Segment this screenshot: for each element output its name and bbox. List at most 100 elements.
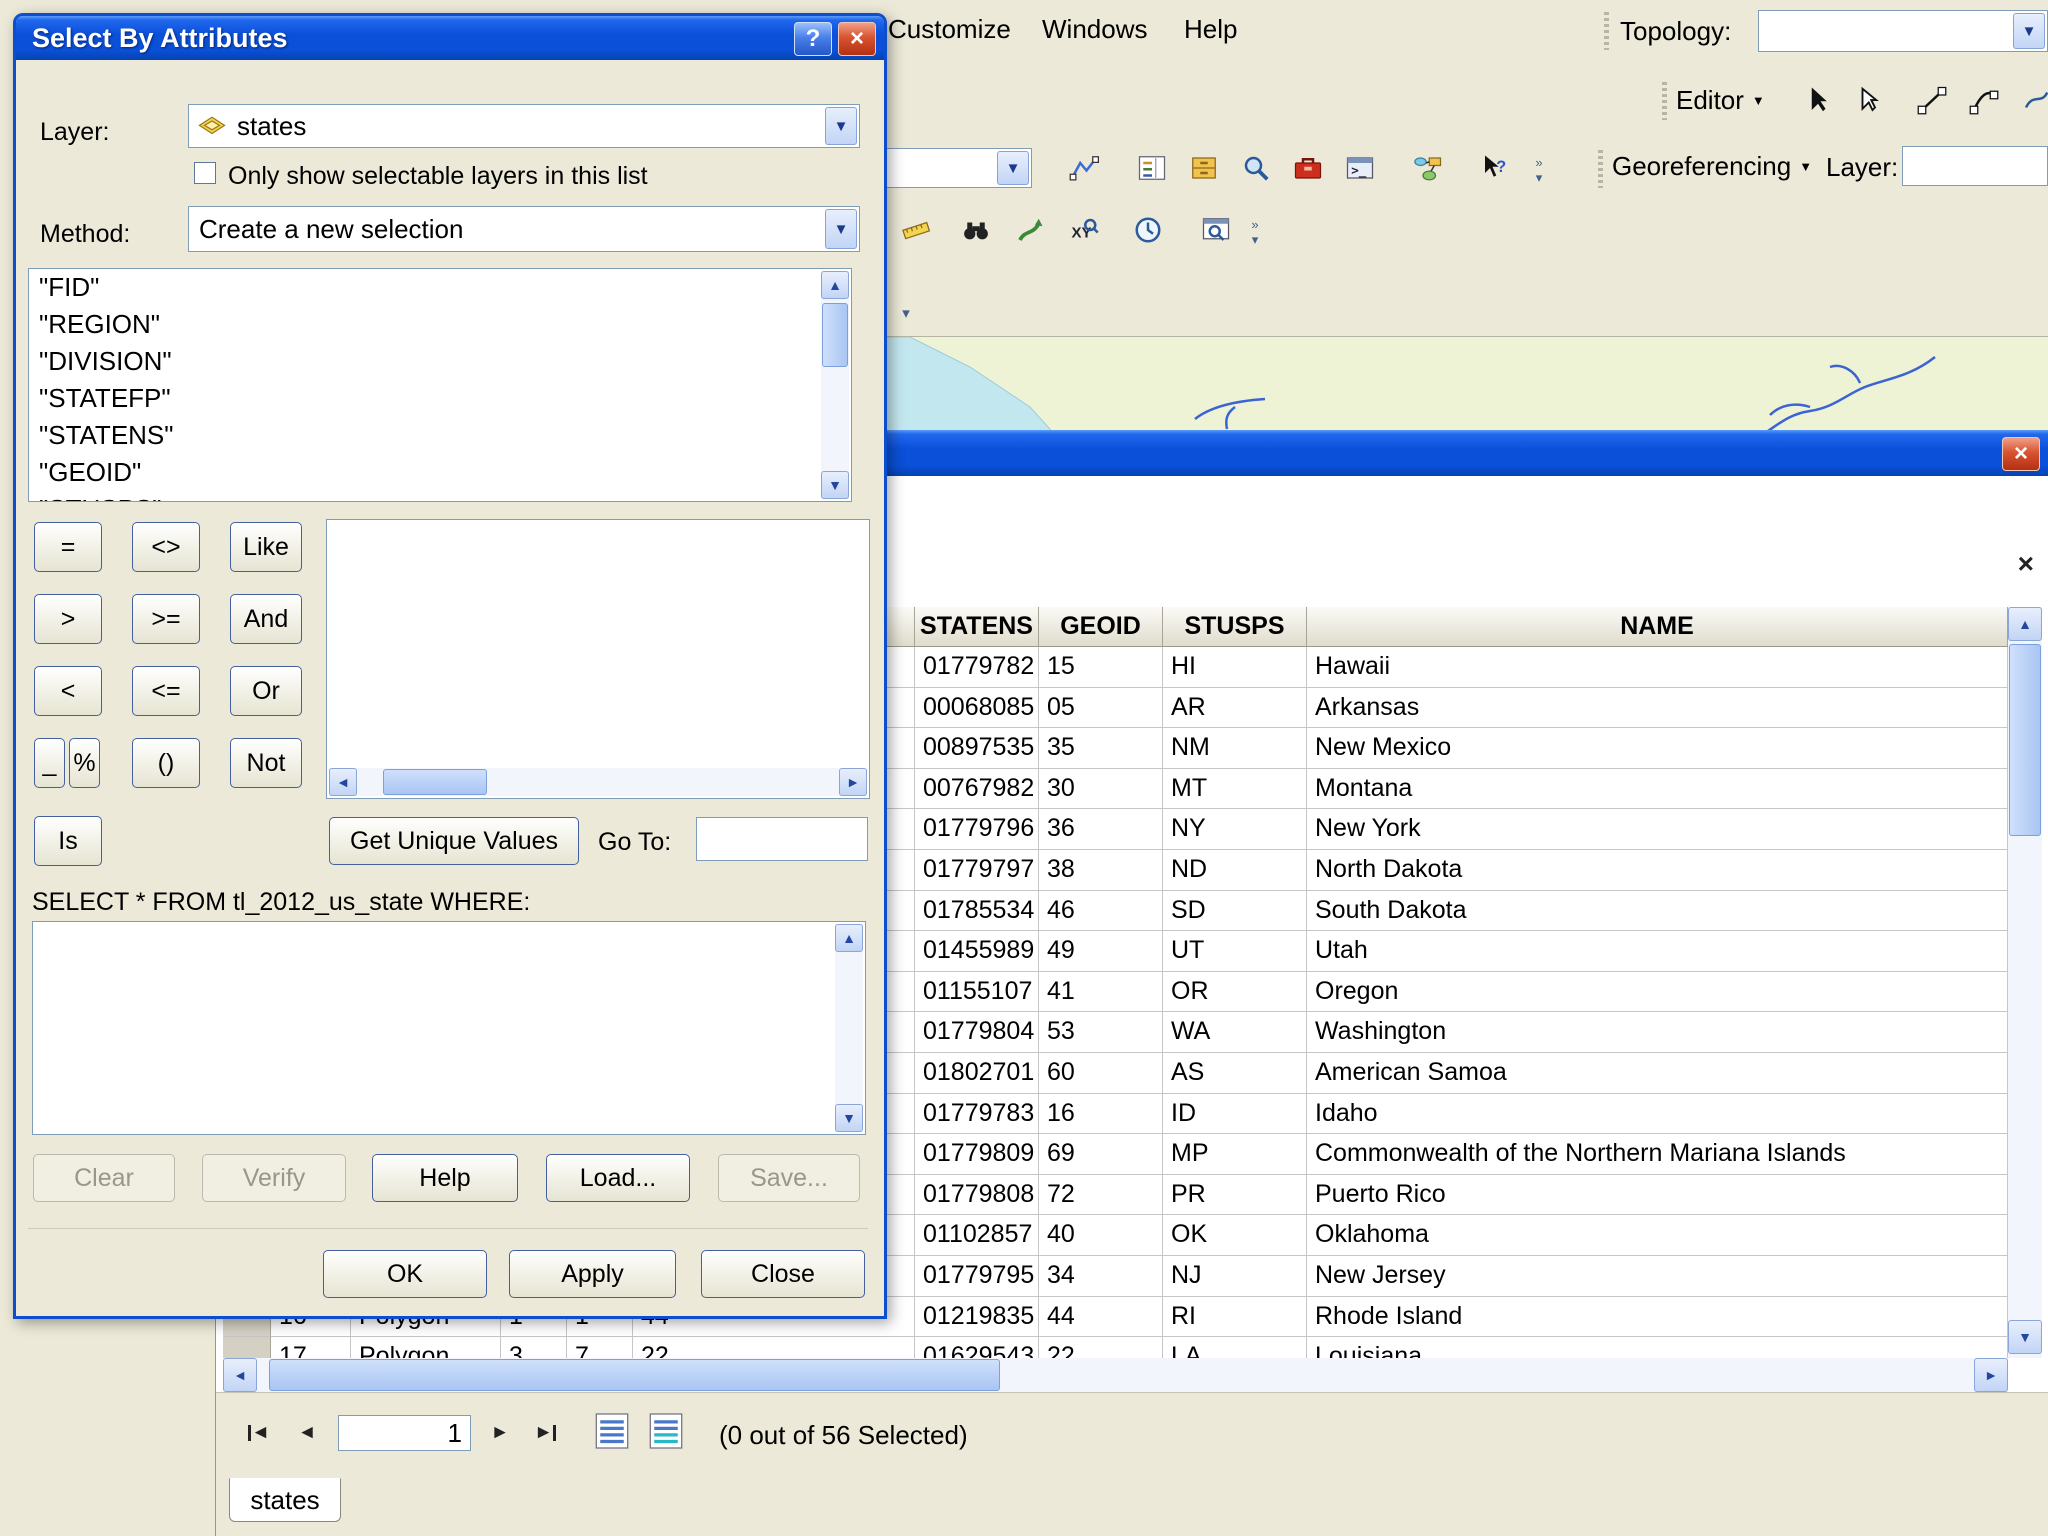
record-next-button[interactable]: ► — [482, 1416, 518, 1450]
record-last-button[interactable]: ► — [527, 1416, 563, 1450]
table-row[interactable]: 01219835 44 RI Rhode Island — [701, 1297, 2008, 1338]
header-name[interactable]: NAME — [1307, 607, 2008, 647]
field-list-item[interactable]: "REGION" — [29, 306, 851, 343]
time-slider-icon[interactable] — [1130, 212, 1166, 248]
whats-this-help-icon[interactable]: ? — [1477, 150, 1513, 186]
fields-scroll-up-icon[interactable]: ▲ — [821, 271, 849, 299]
dialog-close-button[interactable]: × — [838, 22, 876, 56]
layer-combobox[interactable]: states ▼ — [188, 104, 860, 148]
standard-toolbar-overflow-icon[interactable]: » ▾ — [1528, 150, 1550, 190]
table-row[interactable]: 01629543 22 LA Louisiana — [701, 1337, 2008, 1358]
table-row[interactable]: 01779797 38 ND North Dakota — [701, 850, 2008, 891]
table-panel-close-icon[interactable]: × — [2018, 548, 2034, 580]
record-number-input[interactable] — [338, 1415, 471, 1451]
edit-tool-icon[interactable] — [1800, 82, 1836, 118]
table-row[interactable]: 00767982 30 MT Montana — [701, 769, 2008, 810]
load-button[interactable]: Load... — [546, 1154, 690, 1202]
op-and-button[interactable]: And — [230, 594, 302, 644]
create-viewer-window-icon[interactable] — [1198, 212, 1234, 248]
table-hscroll-left-icon[interactable]: ◄ — [223, 1358, 257, 1392]
table-row[interactable]: 01455989 49 UT Utah — [701, 931, 2008, 972]
field-list-item[interactable]: "DIVISION" — [29, 343, 851, 380]
table-row[interactable]: 01785534 46 SD South Dakota — [701, 891, 2008, 932]
op-parentheses-button[interactable]: () — [132, 738, 200, 788]
table-window-close-button[interactable]: × — [2002, 437, 2040, 471]
show-selected-records-button[interactable] — [649, 1411, 683, 1451]
field-list-item[interactable]: "FID" — [29, 269, 851, 306]
op-percent-button[interactable]: % — [69, 738, 100, 788]
help-button[interactable]: Help — [372, 1154, 518, 1202]
op-greaterequal-button[interactable]: >= — [132, 594, 200, 644]
topology-toolbar-handle[interactable] — [1604, 12, 1609, 50]
header-geoid[interactable]: GEOID — [1039, 607, 1163, 647]
field-list-item[interactable]: "GEOID" — [29, 454, 851, 491]
where-scroll-up-icon[interactable]: ▲ — [835, 924, 863, 952]
measure-tool-icon[interactable] — [898, 212, 934, 248]
row-selector-cell[interactable] — [223, 1337, 271, 1358]
table-row[interactable]: 01779808 72 PR Puerto Rico — [701, 1175, 2008, 1216]
op-like-button[interactable]: Like — [230, 522, 302, 572]
go-to-xy-icon[interactable]: XY — [1066, 212, 1102, 248]
get-unique-values-button[interactable]: Get Unique Values — [329, 817, 579, 865]
field-list-item[interactable]: "STUSPS" — [29, 491, 851, 502]
edit-annotation-tool-icon[interactable] — [1852, 82, 1888, 118]
map-scale-combobox[interactable]: ▼ — [870, 148, 1032, 188]
record-prev-button[interactable]: ◄ — [289, 1416, 325, 1450]
table-row[interactable]: 00068085 05 AR Arkansas — [701, 688, 2008, 729]
table-row[interactable]: 01779804 53 WA Washington — [701, 1012, 2008, 1053]
where-clause-textarea[interactable]: ▲ ▼ — [32, 921, 866, 1135]
tools-toolbar-overflow-icon[interactable]: » ▾ — [1244, 212, 1266, 252]
find-binoculars-icon[interactable] — [958, 212, 994, 248]
op-is-button[interactable]: Is — [34, 816, 102, 866]
op-greater-button[interactable]: > — [34, 594, 102, 644]
close-button[interactable]: Close — [701, 1250, 865, 1298]
topology-combo-arrow-icon[interactable]: ▼ — [2013, 13, 2045, 49]
clipped-editor-tool-icon[interactable] — [2018, 82, 2048, 118]
table-row[interactable]: 01779782 15 HI Hawaii — [701, 647, 2008, 688]
table-row[interactable]: 00897535 35 NM New Mexico — [701, 728, 2008, 769]
unique-values-listbox[interactable]: ◄ ► — [326, 519, 870, 799]
table-row[interactable]: 01779783 16 ID Idaho — [701, 1094, 2008, 1135]
op-notequals-button[interactable]: <> — [132, 522, 200, 572]
op-equals-button[interactable]: = — [34, 522, 102, 572]
editor-toolbar-handle[interactable] — [1662, 82, 1667, 120]
verify-button[interactable]: Verify — [202, 1154, 346, 1202]
table-hscroll-right-icon[interactable]: ► — [1974, 1358, 2008, 1392]
table-row[interactable]: 01102857 40 OK Oklahoma — [701, 1215, 2008, 1256]
layer-combo-arrow-icon[interactable]: ▼ — [825, 107, 857, 145]
menu-item-help[interactable]: Help — [1184, 14, 1237, 45]
save-button[interactable]: Save... — [718, 1154, 860, 1202]
georeferencing-toolbar-handle[interactable] — [1598, 150, 1603, 188]
values-scroll-left-icon[interactable]: ◄ — [329, 768, 357, 796]
georeferencing-menu-button[interactable]: Georeferencing ▼ — [1612, 146, 1820, 186]
where-scroll-down-icon[interactable]: ▼ — [835, 1104, 863, 1132]
selectable-layers-checkbox[interactable] — [194, 162, 216, 184]
show-all-records-button[interactable] — [595, 1411, 629, 1451]
op-lessequal-button[interactable]: <= — [132, 666, 200, 716]
table-row[interactable]: 01779796 36 NY New York — [701, 809, 2008, 850]
apply-button[interactable]: Apply — [509, 1250, 676, 1298]
straight-segment-tool-icon[interactable] — [1914, 82, 1950, 118]
values-hscrollbar-thumb[interactable] — [383, 769, 487, 795]
fields-scrollbar-thumb[interactable] — [822, 303, 848, 367]
header-stusps[interactable]: STUSPS — [1163, 607, 1307, 647]
georeferencing-layer-combobox[interactable] — [1902, 146, 2048, 186]
method-combo-arrow-icon[interactable]: ▼ — [825, 209, 857, 249]
search-window-icon[interactable] — [1238, 150, 1274, 186]
op-less-button[interactable]: < — [34, 666, 102, 716]
table-of-contents-window-icon[interactable] — [1134, 150, 1170, 186]
method-combobox[interactable]: Create a new selection ▼ — [188, 206, 860, 252]
table-row[interactable]: 01779795 34 NJ New Jersey — [701, 1256, 2008, 1297]
editor-toolbar-toggle-icon[interactable] — [1066, 150, 1102, 186]
arc-segment-tool-icon[interactable] — [1966, 82, 2002, 118]
op-or-button[interactable]: Or — [230, 666, 302, 716]
menu-item-customize[interactable]: Customize — [888, 14, 1011, 45]
clear-button[interactable]: Clear — [33, 1154, 175, 1202]
editor-menu-button[interactable]: Editor ▼ — [1676, 80, 1784, 120]
arctoolbox-window-icon[interactable] — [1290, 150, 1326, 186]
table-row[interactable]: 01155107 41 OR Oregon — [701, 972, 2008, 1013]
find-route-icon[interactable] — [1012, 212, 1048, 248]
table-row[interactable]: 01802701 60 AS American Samoa — [701, 1053, 2008, 1094]
header-statens[interactable]: STATENS — [915, 607, 1039, 647]
table-tab-states[interactable]: states — [229, 1478, 341, 1522]
